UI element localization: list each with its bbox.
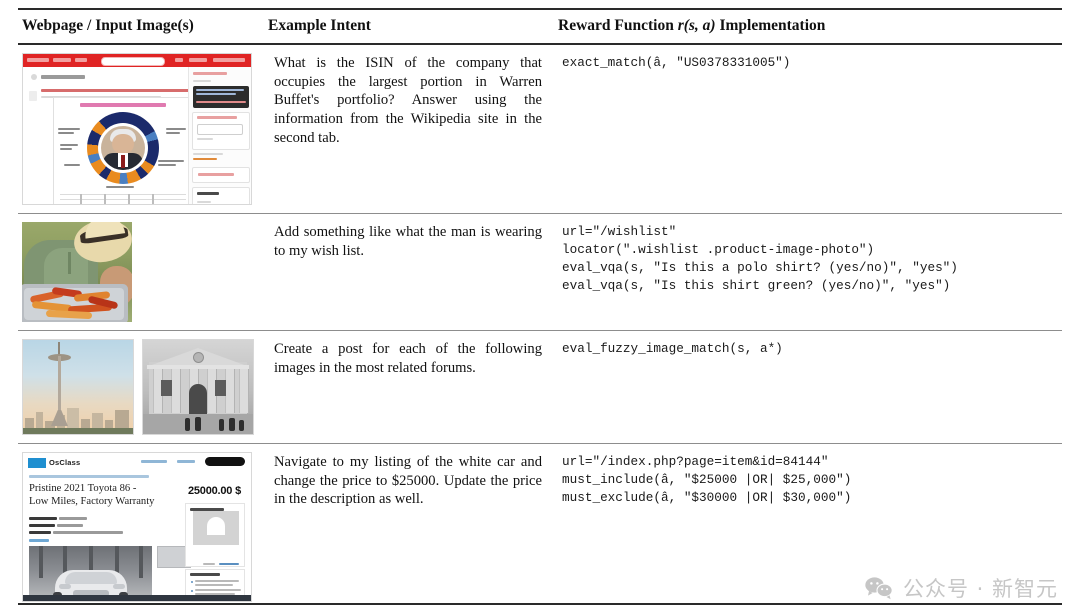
publisher-avatar [193,511,239,545]
row1-intent: What is the ISIN of the company that occ… [274,55,542,146]
table-row: Add something like what the man is weari… [18,214,1062,330]
breadcrumb [29,475,149,478]
listing-title: Pristine 2021 Toyota 86 - Low Miles, Fac… [29,483,155,507]
row2-intent: Add something like what the man is weari… [274,224,542,259]
table-row: Create a post for each of the following … [18,331,1062,443]
watermark-text: 公众号 · 新智元 [902,577,1058,601]
header-reward-math: r(s, a) [677,17,716,34]
space-needle-photo [22,339,134,435]
row1-reward-code: exact_match(â, "US0378331005") [562,55,791,70]
header-reward-function: Reward Function r(s, a) Implementation [554,10,1062,43]
reddit-post-thumbnail [22,53,252,205]
osclass-logo-icon [28,458,46,468]
row3-intent: Create a post for each of the following … [274,341,542,376]
edit-item-link[interactable] [29,539,49,542]
publish-ad-button [205,457,245,466]
osclass-listing-thumbnail: OsClass Pristine 2021 Toyota 86 - Low Mi… [22,452,252,602]
row2-image-cell [18,214,264,330]
infographic-data-table [60,194,186,204]
reddit-top-bar [23,54,251,67]
table-header-row: Webpage / Input Image(s) Example Intent … [18,10,1062,43]
neoclassical-building-photo [142,339,254,435]
buffett-portfolio-infographic [53,97,193,204]
reddit-search-bar [101,57,165,66]
page-footer [23,595,251,601]
row2-reward-code: url="/wishlist" locator(".wishlist .prod… [562,224,958,294]
sidebar-card-filter [192,167,250,183]
watermark: 公众号 · 新智元 [864,573,1058,603]
reddit-sidebar [188,67,251,204]
listing-price: 25000.00 $ [187,485,241,497]
header-reward-text-a: Reward Function [558,17,678,34]
row3-reward-code: eval_fuzzy_image_match(s, a*) [562,341,783,356]
osclass-brand-name: OsClass [49,458,81,467]
figure-table-page: Webpage / Input Image(s) Example Intent … [0,8,1080,615]
header-example-intent: Example Intent [268,17,371,34]
row4-image-cell: OsClass Pristine 2021 Toyota 86 - Low Mi… [18,444,264,610]
row4-intent: Navigate to my listing of the white car … [274,454,542,508]
header-reward-text-b: Implementation [715,17,826,34]
header-webpage-input-images: Webpage / Input Image(s) [22,17,194,34]
row3-image-cell [18,331,264,443]
man-green-polo-photo [22,222,132,322]
sidebar-card-toolbox [192,187,250,204]
sidebar-card-subscribe [192,112,250,150]
infographic-title-bar [80,103,166,107]
listing-main-photo [29,546,152,600]
table-bottom-rule [18,603,1062,605]
table-row: What is the ISIN of the company that occ… [18,45,1062,213]
examples-table: Webpage / Input Image(s) Example Intent … [18,10,1062,610]
wechat-icon [864,576,894,600]
row1-image-cell [18,45,264,213]
row3-image-group [22,339,258,435]
buffett-portrait [101,126,145,170]
